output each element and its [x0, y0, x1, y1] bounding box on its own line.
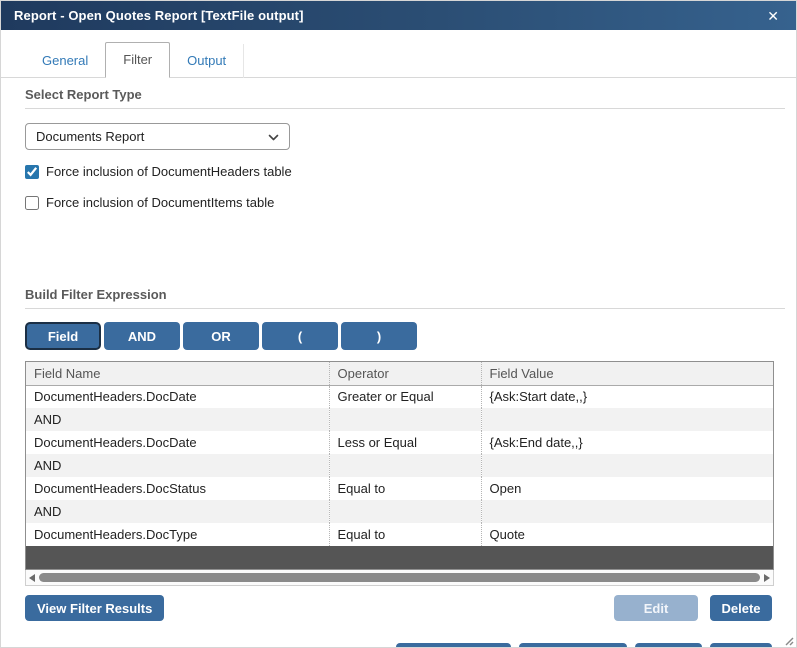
report-type-select[interactable]: Documents Report	[25, 123, 290, 150]
column-header-operator: Operator	[329, 362, 481, 385]
report-type-heading: Select Report Type	[25, 87, 772, 102]
scroll-left-icon[interactable]	[29, 574, 35, 582]
tab-general[interactable]: General	[25, 44, 105, 78]
operator-cell[interactable]	[329, 500, 481, 523]
edit-button[interactable]: Edit	[614, 595, 698, 621]
operator-cell[interactable]: Equal to	[329, 523, 481, 546]
scroll-right-icon[interactable]	[764, 574, 770, 582]
tab-filter[interactable]: Filter	[105, 42, 170, 78]
divider	[25, 108, 785, 109]
operator-cell[interactable]: Less or Equal	[329, 431, 481, 454]
field-name-cell[interactable]: DocumentHeaders.DocDate	[26, 385, 329, 408]
field-name-cell[interactable]: DocumentHeaders.DocStatus	[26, 477, 329, 500]
spacer	[25, 211, 772, 278]
view-filter-results-button[interactable]: View Filter Results	[25, 595, 164, 621]
force-documentitems-checkbox[interactable]	[25, 196, 39, 210]
and-button[interactable]: AND	[104, 322, 180, 350]
field-value-cell[interactable]	[481, 408, 773, 431]
dialog-content: Select Report Type Documents Report Forc…	[1, 87, 796, 648]
field-name-cell[interactable]: DocumentHeaders.DocType	[26, 523, 329, 546]
horizontal-scrollbar[interactable]	[25, 570, 774, 586]
column-header-field-name: Field Name	[26, 362, 329, 385]
save-button[interactable]: Save	[635, 643, 702, 648]
dialog-title: Report - Open Quotes Report [TextFile ou…	[14, 8, 763, 23]
field-name-cell[interactable]: AND	[26, 500, 329, 523]
table-actions-row: View Filter Results Edit Delete	[25, 595, 772, 621]
field-name-cell[interactable]: AND	[26, 454, 329, 477]
close-paren-button[interactable]: )	[341, 322, 417, 350]
close-button[interactable]: Close	[710, 643, 772, 648]
field-value-cell[interactable]	[481, 454, 773, 477]
tab-output[interactable]: Output	[170, 44, 244, 78]
field-value-cell[interactable]: {Ask:Start date,,}	[481, 385, 773, 408]
delete-button[interactable]: Delete	[710, 595, 772, 621]
operator-cell[interactable]: Greater or Equal	[329, 385, 481, 408]
field-button[interactable]: Field	[25, 322, 101, 350]
table-row[interactable]: DocumentHeaders.DocDate Greater or Equal…	[26, 385, 773, 408]
table-row[interactable]: AND	[26, 454, 773, 477]
resize-handle-icon[interactable]	[783, 634, 794, 645]
filter-expression-table: Field Name Operator Field Value Document…	[25, 361, 774, 570]
checkbox-row-documentheaders: Force inclusion of DocumentHeaders table	[25, 163, 772, 180]
field-value-cell[interactable]: {Ask:End date,,}	[481, 431, 773, 454]
table-row[interactable]: AND	[26, 500, 773, 523]
operator-cell[interactable]	[329, 408, 481, 431]
table-row[interactable]: DocumentHeaders.DocStatus Equal to Open	[26, 477, 773, 500]
table-row[interactable]: DocumentHeaders.DocType Equal to Quote	[26, 523, 773, 546]
operator-button-row: Field AND OR ( )	[25, 322, 772, 350]
or-button[interactable]: OR	[183, 322, 259, 350]
tab-bar: General Filter Output	[1, 30, 796, 78]
table-row[interactable]: DocumentHeaders.DocDate Less or Equal {A…	[26, 431, 773, 454]
force-documentheaders-checkbox[interactable]	[25, 165, 39, 179]
open-paren-button[interactable]: (	[262, 322, 338, 350]
report-dialog: Report - Open Quotes Report [TextFile ou…	[0, 0, 797, 648]
chevron-down-icon	[268, 131, 279, 142]
field-value-cell[interactable]	[481, 500, 773, 523]
table-header-row: Field Name Operator Field Value	[26, 362, 773, 385]
save-and-close-button[interactable]: Save & Close	[519, 643, 627, 648]
column-header-field-value: Field Value	[481, 362, 773, 385]
footer-button-bar: Save & Export Save & Close Save Close	[25, 643, 772, 648]
close-icon[interactable]: ✕	[763, 7, 783, 25]
report-type-selected-value: Documents Report	[36, 129, 268, 144]
dialog-titlebar: Report - Open Quotes Report [TextFile ou…	[1, 1, 796, 30]
filter-expression-heading: Build Filter Expression	[25, 287, 772, 302]
field-name-cell[interactable]: AND	[26, 408, 329, 431]
checkbox-row-documentitems: Force inclusion of DocumentItems table	[25, 194, 772, 211]
operator-cell[interactable]: Equal to	[329, 477, 481, 500]
save-and-export-button[interactable]: Save & Export	[396, 643, 510, 648]
table-row[interactable]: AND	[26, 408, 773, 431]
checkbox-label: Force inclusion of DocumentItems table	[46, 195, 274, 210]
table-selection-row[interactable]	[26, 546, 773, 569]
scrollbar-thumb[interactable]	[39, 573, 760, 582]
checkbox-label: Force inclusion of DocumentHeaders table	[46, 164, 292, 179]
divider	[25, 308, 785, 309]
field-value-cell[interactable]: Quote	[481, 523, 773, 546]
field-value-cell[interactable]: Open	[481, 477, 773, 500]
field-name-cell[interactable]: DocumentHeaders.DocDate	[26, 431, 329, 454]
operator-cell[interactable]	[329, 454, 481, 477]
